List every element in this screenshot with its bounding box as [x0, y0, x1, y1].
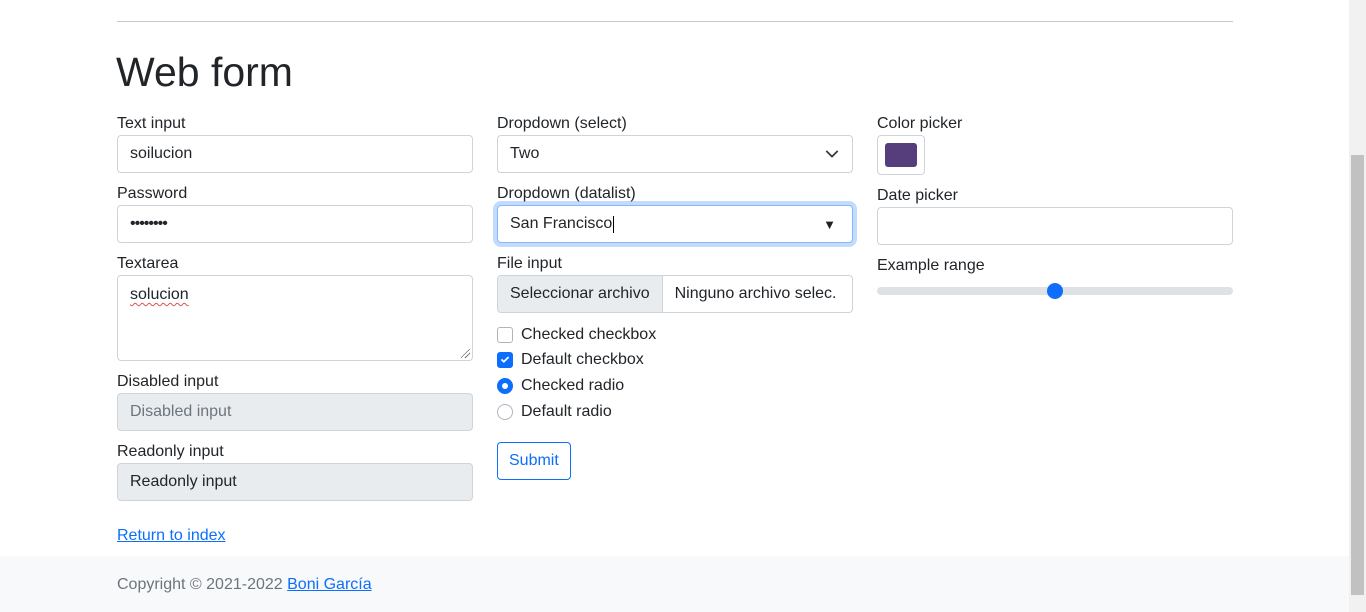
- range-label: Example range: [877, 257, 985, 274]
- color-picker-label: Color picker: [877, 115, 963, 132]
- text-input-value: soilucion: [130, 145, 193, 162]
- password-label: Password: [117, 185, 188, 202]
- choose-file-button[interactable]: Seleccionar archivo: [498, 276, 663, 312]
- disabled-input-placeholder: Disabled input: [130, 403, 232, 420]
- checkbox-unchecked[interactable]: [497, 327, 513, 343]
- chevron-down-icon: [824, 146, 840, 162]
- form-column-1: Text input soilucion Password •••••••• T…: [117, 112, 473, 501]
- color-swatch: [885, 143, 917, 167]
- date-picker-input[interactable]: [877, 207, 1233, 245]
- select-value: Two: [510, 145, 540, 162]
- file-input[interactable]: Seleccionar archivo Ninguno archivo sele…: [497, 275, 853, 313]
- file-input-label: File input: [497, 255, 562, 272]
- checkbox-option[interactable]: Checked checkbox: [497, 323, 853, 347]
- checkbox-label: Default checkbox: [521, 351, 644, 368]
- select-dropdown[interactable]: Two: [497, 135, 853, 173]
- range-thumb[interactable]: [1047, 283, 1063, 299]
- checkbox-checked[interactable]: [497, 352, 513, 368]
- textarea-value: solucion: [130, 286, 189, 303]
- checkbox-option[interactable]: Default checkbox: [497, 348, 853, 372]
- disabled-input: Disabled input: [117, 393, 473, 431]
- radio-option[interactable]: Checked radio: [497, 373, 853, 399]
- radio-label: Checked radio: [521, 377, 625, 394]
- checkbox-group: Checked checkbox Default checkbox Checke…: [497, 323, 853, 425]
- text-input[interactable]: soilucion: [117, 135, 473, 173]
- disabled-input-label: Disabled input: [117, 373, 219, 390]
- radio-option[interactable]: Default radio: [497, 399, 853, 425]
- date-picker-label: Date picker: [877, 187, 958, 204]
- resize-handle-icon[interactable]: [461, 349, 470, 358]
- dropdown-arrow-icon[interactable]: ▼: [823, 217, 836, 232]
- radio-label: Default radio: [521, 403, 612, 420]
- checkbox-label: Checked checkbox: [521, 326, 657, 343]
- password-input[interactable]: ••••••••: [117, 205, 473, 243]
- scrollbar-thumb[interactable]: [1351, 155, 1364, 595]
- text-cursor: [613, 215, 615, 233]
- datalist-input[interactable]: San Francisco ▼: [497, 205, 853, 243]
- select-label: Dropdown (select): [497, 115, 627, 132]
- readonly-input-label: Readonly input: [117, 443, 224, 460]
- datalist-value: San Francisco: [510, 215, 613, 232]
- readonly-input-value: Readonly input: [130, 473, 237, 490]
- top-divider: [117, 21, 1233, 22]
- textarea-label: Textarea: [117, 255, 179, 272]
- radio-unselected[interactable]: [497, 404, 513, 420]
- range-slider[interactable]: [877, 281, 1233, 301]
- copyright-label: Copyright © 2021-2022: [117, 576, 283, 593]
- page-title: Web form: [116, 49, 293, 95]
- copyright-text: Copyright © 2021-2022 Boni García: [117, 574, 372, 596]
- submit-button[interactable]: Submit: [497, 442, 571, 480]
- page: Web form Text input soilucion Password •…: [0, 0, 1349, 612]
- checkmark-icon: [501, 356, 509, 363]
- radio-selected[interactable]: [497, 378, 513, 394]
- file-status: Ninguno archivo selec.: [674, 285, 837, 302]
- password-value: ••••••••: [130, 215, 168, 232]
- textarea[interactable]: solucion: [117, 275, 473, 361]
- return-to-index-link[interactable]: Return to index: [117, 525, 226, 547]
- text-input-label: Text input: [117, 115, 186, 132]
- form-column-3: Color picker Date picker Example range: [877, 112, 1233, 301]
- vertical-scrollbar[interactable]: [1349, 0, 1366, 612]
- datalist-label: Dropdown (datalist): [497, 185, 636, 202]
- form-column-2: Dropdown (select) Two Dropdown (datalist…: [497, 112, 853, 480]
- author-link[interactable]: Boni García: [287, 576, 371, 593]
- footer: Copyright © 2021-2022 Boni García: [0, 556, 1349, 612]
- readonly-input[interactable]: Readonly input: [117, 463, 473, 501]
- color-picker[interactable]: [877, 135, 925, 175]
